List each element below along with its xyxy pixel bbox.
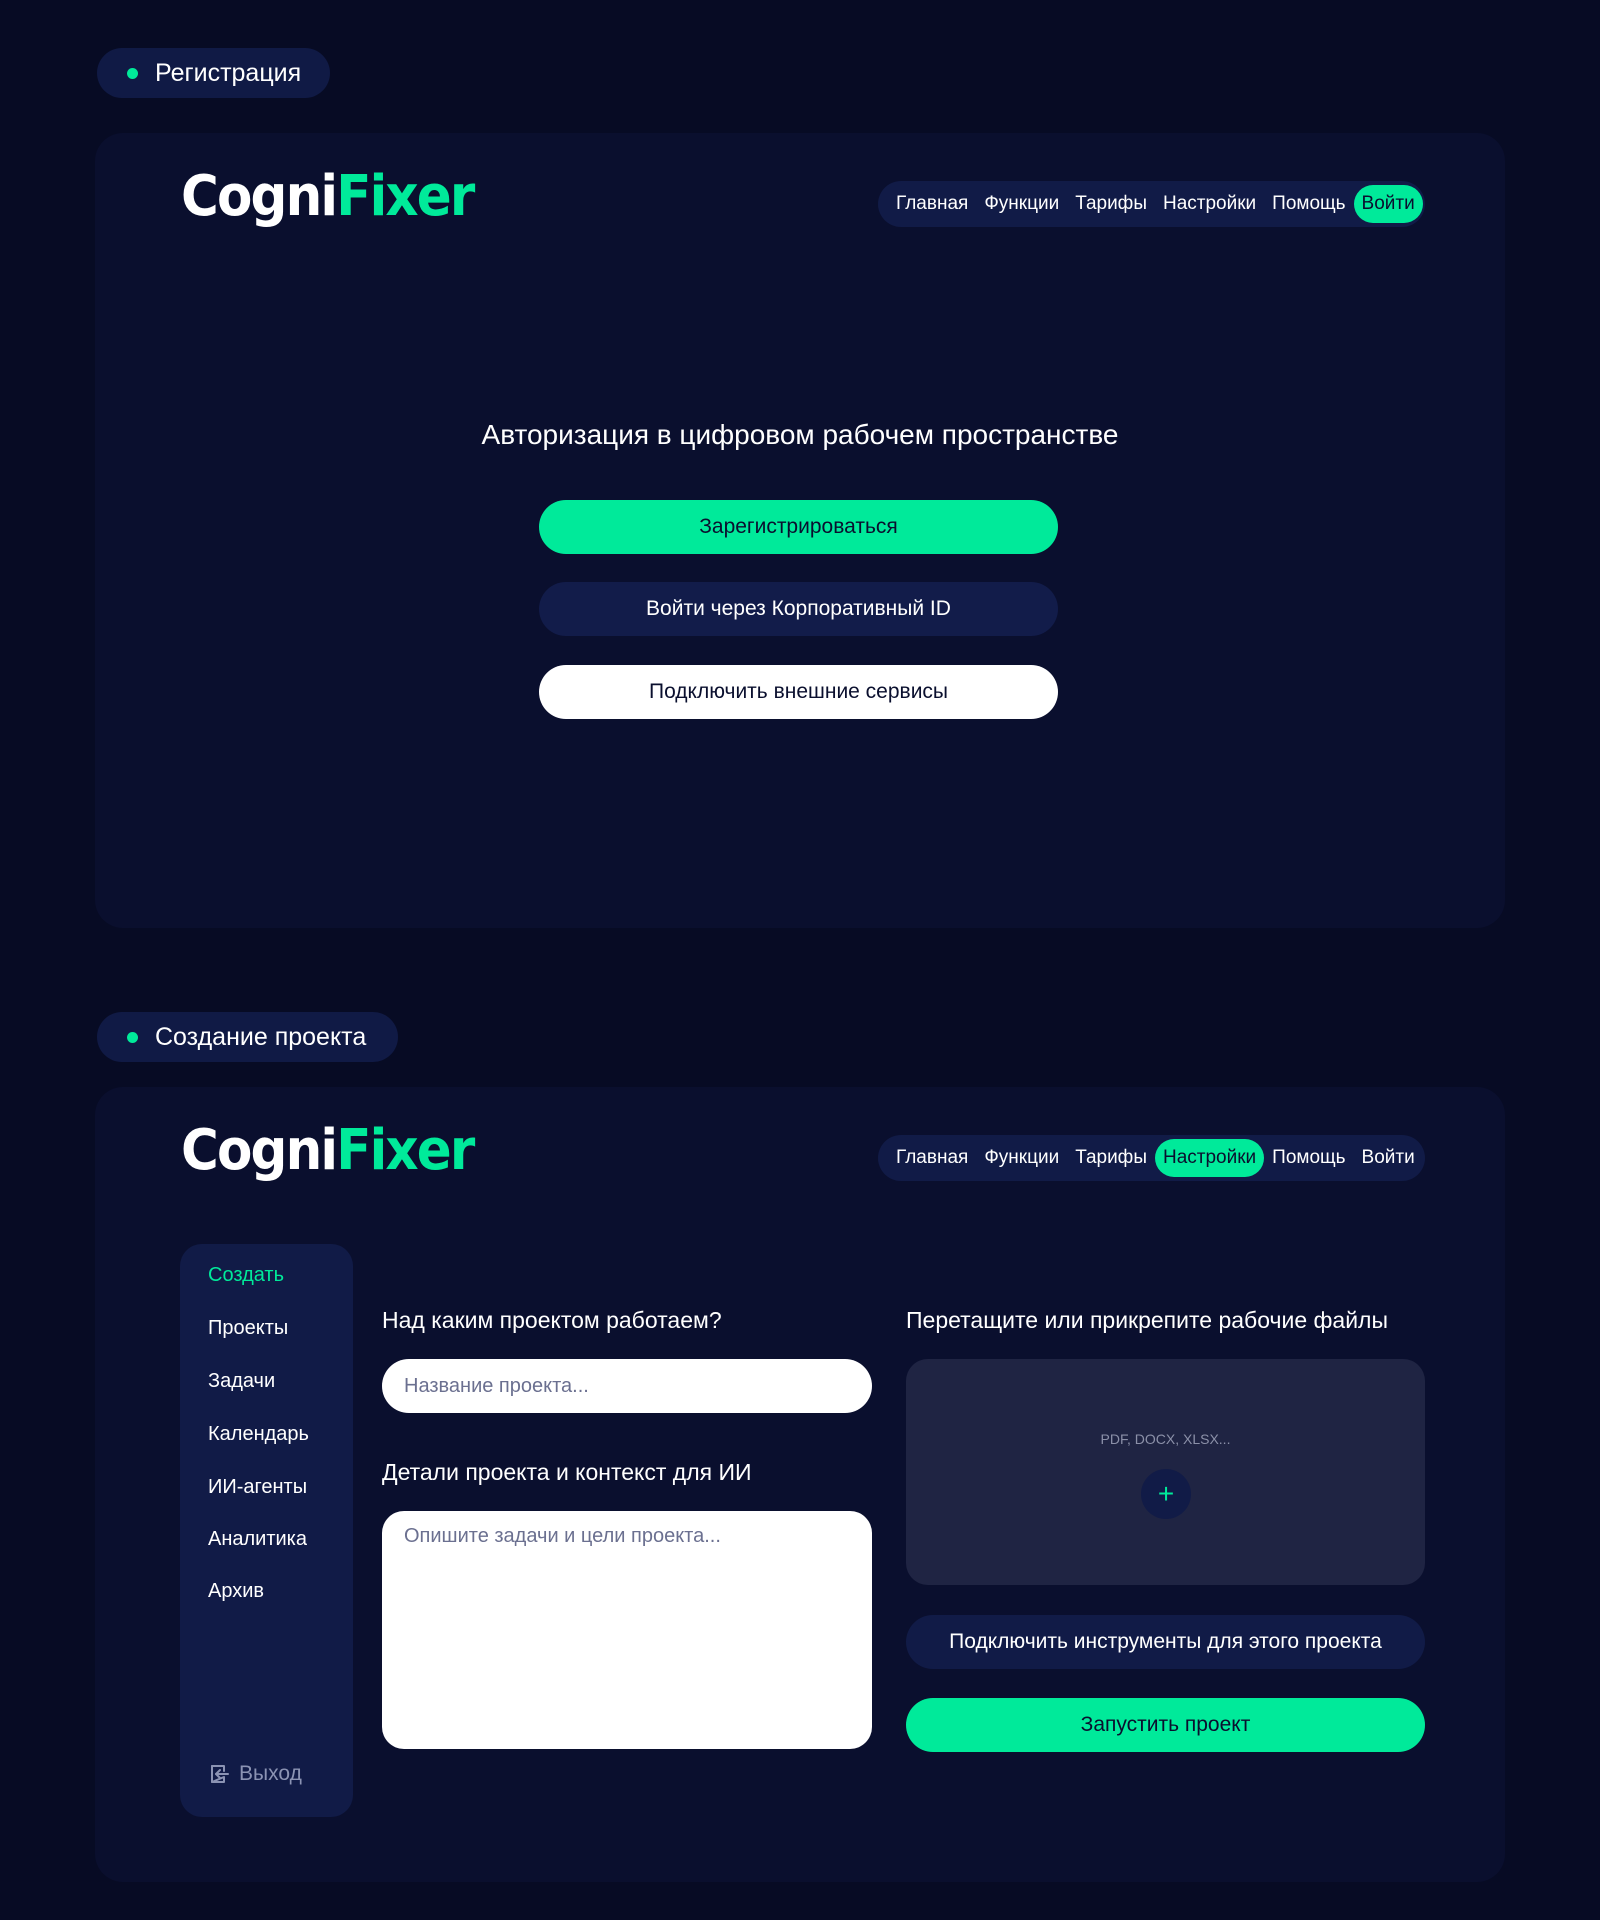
file-formats-hint: PDF, DOCX, XLSX... xyxy=(1100,1431,1231,1447)
connect-external-services-button[interactable]: Подключить внешние сервисы xyxy=(539,665,1058,719)
nav-item-features[interactable]: Функции xyxy=(976,185,1067,223)
file-upload-label: Перетащите или прикрепите рабочие файлы xyxy=(906,1307,1389,1333)
sidebar-item-tasks[interactable]: Задачи xyxy=(208,1370,275,1393)
register-button[interactable]: Зарегистрироваться xyxy=(539,500,1058,554)
sidebar-item-archive[interactable]: Архив xyxy=(208,1580,264,1603)
page: Регистрация CogniFixer Главная Функции Т… xyxy=(0,0,1600,1920)
launch-project-button[interactable]: Запустить проект xyxy=(906,1698,1425,1752)
logo-text-part2: Fixer xyxy=(336,164,475,229)
project-name-input[interactable] xyxy=(382,1359,872,1413)
file-dropzone[interactable]: PDF, DOCX, XLSX... + xyxy=(906,1359,1425,1585)
section-tag-registration: Регистрация xyxy=(97,48,330,98)
nav-item-login[interactable]: Войти xyxy=(1353,185,1423,223)
nav-item-login[interactable]: Войти xyxy=(1354,1139,1423,1177)
nav-item-settings[interactable]: Настройки xyxy=(1154,1139,1265,1177)
nav-item-home[interactable]: Главная xyxy=(888,185,976,223)
registration-panel: CogniFixer Главная Функции Тарифы Настро… xyxy=(95,133,1505,928)
logo-text-part1: Cogni xyxy=(181,164,338,229)
project-details-label: Детали проекта и контекст для ИИ xyxy=(382,1459,752,1485)
project-details-textarea[interactable] xyxy=(382,1511,872,1749)
nav-item-home[interactable]: Главная xyxy=(888,1139,976,1177)
bullet-dot-icon xyxy=(127,1031,138,1043)
nav-item-features[interactable]: Функции xyxy=(976,1139,1067,1177)
nav-item-pricing[interactable]: Тарифы xyxy=(1067,1139,1155,1177)
main-nav: Главная Функции Тарифы Настройки Помощь … xyxy=(878,181,1425,227)
section-tag-label: Создание проекта xyxy=(155,1022,367,1051)
logout-label: Выход xyxy=(239,1762,302,1785)
logout-button[interactable]: Выход xyxy=(208,1762,302,1786)
nav-item-pricing[interactable]: Тарифы xyxy=(1067,185,1155,223)
main-nav: Главная Функции Тарифы Настройки Помощь … xyxy=(878,1135,1425,1181)
sidebar-item-analytics[interactable]: Аналитика xyxy=(208,1528,307,1551)
nav-item-help[interactable]: Помощь xyxy=(1264,1139,1353,1177)
nav-item-settings[interactable]: Настройки xyxy=(1155,185,1264,223)
corporate-id-login-button[interactable]: Войти через Корпоративный ID xyxy=(539,582,1058,636)
sidebar-item-calendar[interactable]: Календарь xyxy=(208,1423,309,1446)
auth-title: Авторизация в цифровом рабочем пространс… xyxy=(481,419,1119,450)
plus-icon[interactable]: + xyxy=(1141,1469,1191,1519)
section-tag-label: Регистрация xyxy=(155,58,302,87)
sidebar-item-ai-agents[interactable]: ИИ-агенты xyxy=(208,1476,307,1499)
brand-logo[interactable]: CogniFixer xyxy=(181,169,475,225)
project-question-label: Над каким проектом работаем? xyxy=(382,1307,722,1333)
section-tag-project-creation: Создание проекта xyxy=(97,1012,398,1062)
logout-icon xyxy=(211,1765,229,1783)
sidebar: Создать Проекты Задачи Календарь ИИ-аген… xyxy=(180,1244,353,1817)
nav-item-help[interactable]: Помощь xyxy=(1264,185,1353,223)
project-creation-panel: CogniFixer Главная Функции Тарифы Настро… xyxy=(95,1087,1505,1882)
sidebar-item-create[interactable]: Создать xyxy=(208,1264,284,1287)
connect-tools-button[interactable]: Подключить инструменты для этого проекта xyxy=(906,1615,1425,1669)
sidebar-item-projects[interactable]: Проекты xyxy=(208,1317,288,1340)
logo-text-part2: Fixer xyxy=(336,1118,475,1183)
logo-text-part1: Cogni xyxy=(181,1118,338,1183)
brand-logo[interactable]: CogniFixer xyxy=(181,1123,475,1179)
bullet-dot-icon xyxy=(127,67,138,79)
